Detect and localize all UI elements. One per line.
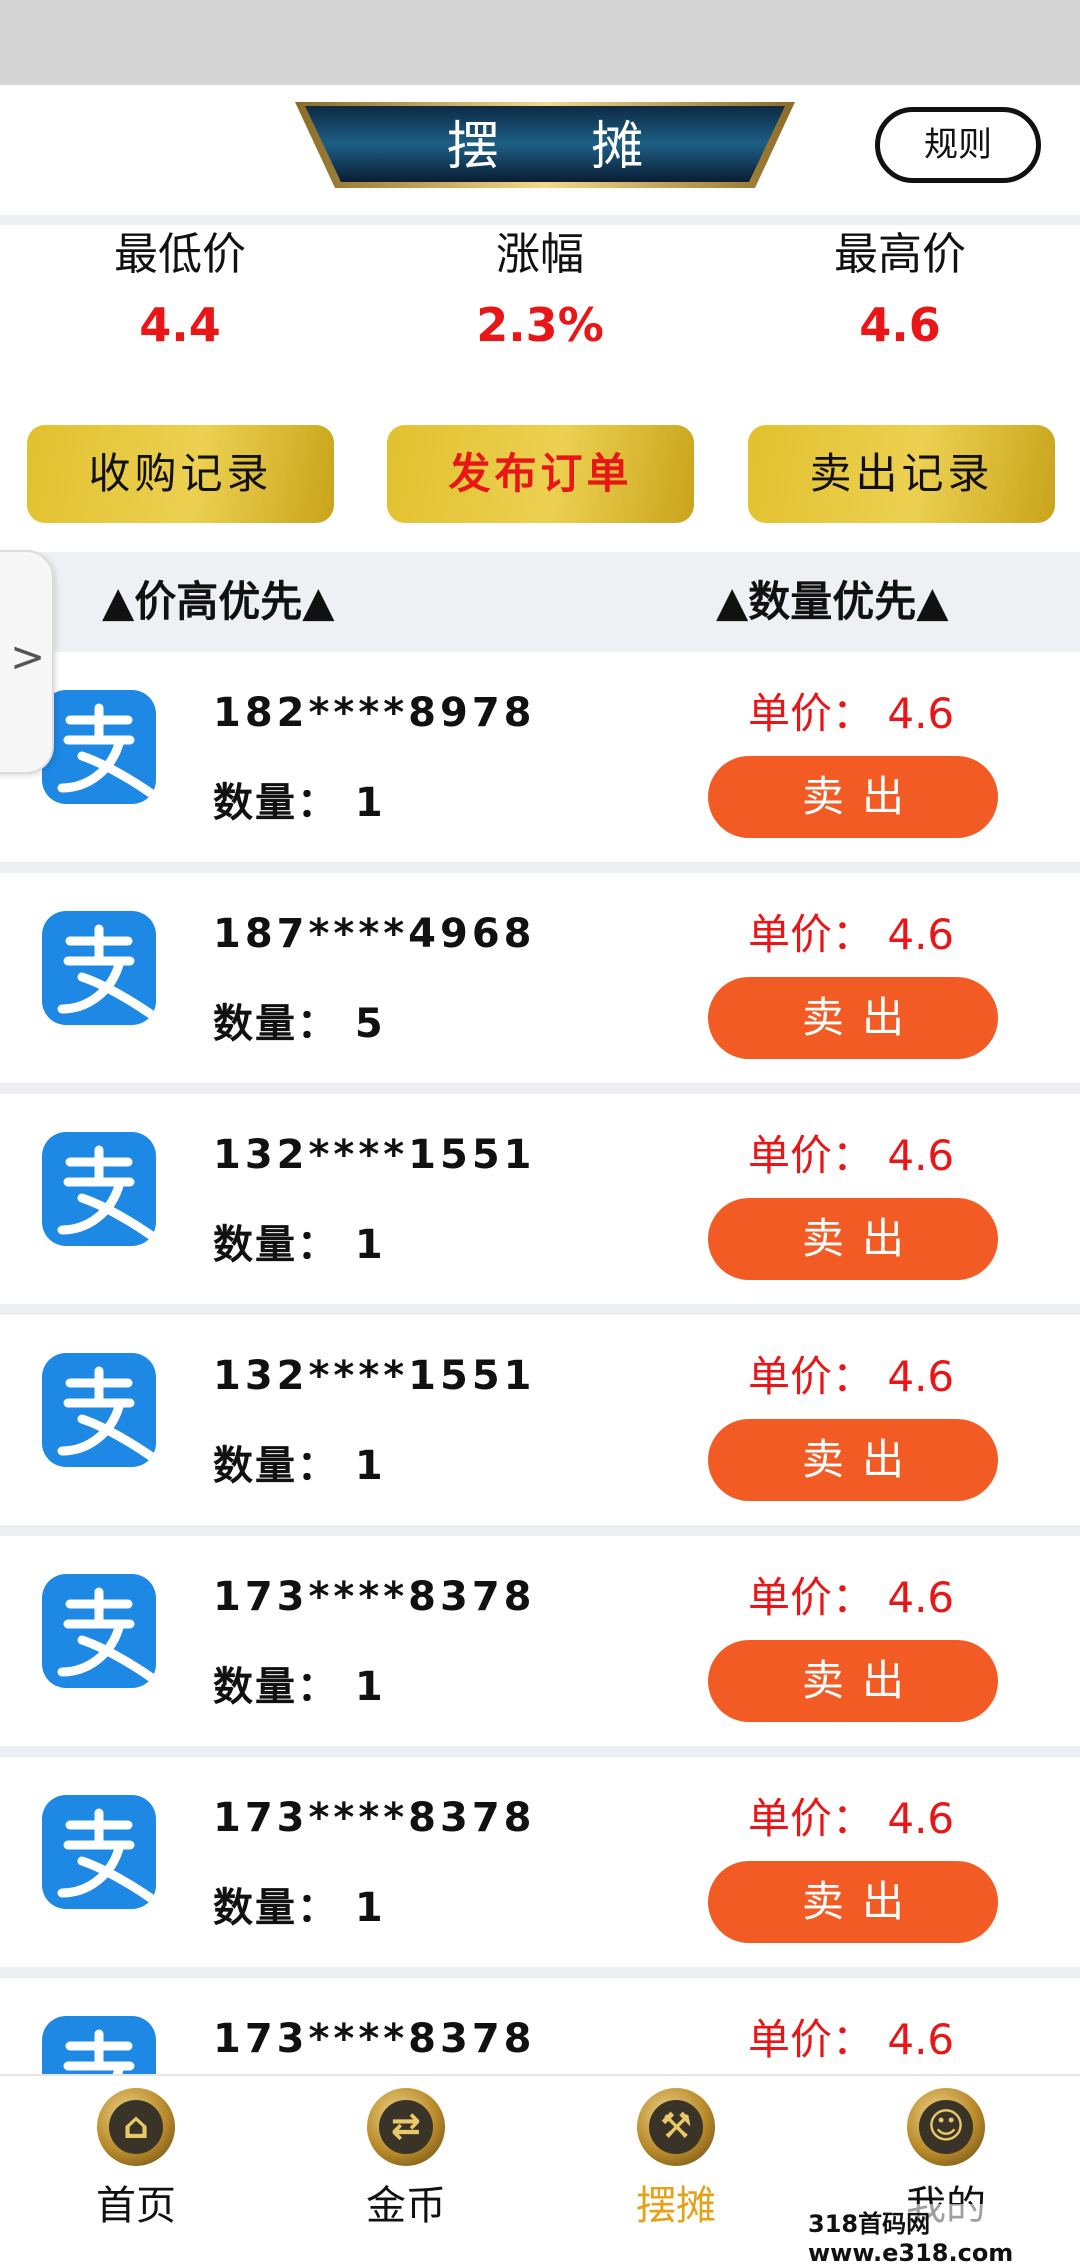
sell-button[interactable]: 卖出 [708,1419,998,1501]
tab-auction-hammer[interactable]: ⚒ 摆摊 [576,2076,776,2246]
home-icon: ⌂ [97,2088,175,2166]
buy-records-button[interactable]: 收购记录 [27,425,334,523]
row-divider [0,862,1080,873]
sell-button[interactable]: 卖出 [708,756,998,838]
sort-price-first[interactable]: ▲价高优先▲ [102,552,335,652]
seller-phone: 132****1551 [213,1132,536,1178]
sell-button[interactable]: 卖出 [708,1861,998,1943]
alipay-icon [42,911,156,1025]
unit-price: 单价： 4.6 [748,1131,955,1180]
row-divider [0,1746,1080,1757]
divider [0,215,1080,225]
watermark: 318首码网 www.e318.com [808,2204,1080,2267]
page-title: 摆 摊 [446,117,682,177]
unit-price: 单价： 4.6 [748,910,955,959]
header: 摆 摊 规则 [0,85,1080,215]
price-stats: 最低价 4.4 涨幅 2.3% 最高价 4.6 [0,225,1080,385]
stat-label: 最低价 [114,229,246,280]
tab-icon-glyph: ⇄ [379,2100,433,2154]
stat-label: 涨幅 [496,229,584,280]
tab-icon-glyph: ⚒ [649,2100,703,2154]
alipay-icon [42,690,156,804]
publish-order-button[interactable]: 发布订单 [387,425,694,523]
seller-phone: 173****8378 [213,2016,536,2062]
alipay-icon [42,1132,156,1246]
tab-icon-glyph: ⌂ [109,2100,163,2154]
order-row: 132****1551 数量： 1 单价： 4.6 卖出 [0,1315,1080,1525]
order-row: 187****4968 数量： 5 单价： 4.6 卖出 [0,873,1080,1083]
chevron-right-icon: > [10,632,46,681]
order-quantity: 数量： 1 [213,1222,385,1268]
order-quantity: 数量： 1 [213,1443,385,1489]
seller-phone: 182****8978 [213,690,536,736]
sort-quantity-first[interactable]: ▲数量优先▲ [716,552,949,652]
seller-phone: 132****1551 [213,1353,536,1399]
sell-records-button[interactable]: 卖出记录 [748,425,1055,523]
row-divider [0,1967,1080,1978]
sort-bar: ▲价高优先▲ ▲数量优先▲ [0,552,1080,652]
unit-price: 单价： 4.6 [748,1352,955,1401]
coin-exchange-icon: ⇄ [367,2088,445,2166]
unit-price: 单价： 4.6 [748,2015,955,2064]
unit-price: 单价： 4.6 [748,1794,955,1843]
alipay-icon [42,1795,156,1909]
order-row: 173****8378 数量： 1 单价： 4.6 卖出 [0,1757,1080,1967]
rules-button[interactable]: 规则 [875,107,1041,183]
stat-change: 涨幅 2.3% [390,225,690,365]
order-quantity: 数量： 1 [213,1885,385,1931]
alipay-icon [42,1353,156,1467]
row-divider [0,1083,1080,1094]
unit-price: 单价： 4.6 [748,689,955,738]
status-bar [0,0,1080,85]
stat-highest-price: 最高价 4.6 [750,225,1050,365]
tab-home[interactable]: ⌂ 首页 [36,2076,236,2246]
stat-label: 最高价 [834,229,966,280]
stat-lowest-price: 最低价 4.4 [30,225,330,365]
sell-button[interactable]: 卖出 [708,1198,998,1280]
tab-label: 摆摊 [636,2183,716,2229]
sell-button[interactable]: 卖出 [708,977,998,1059]
order-row: 182****8978 数量： 1 单价： 4.6 卖出 [0,652,1080,862]
sell-button[interactable]: 卖出 [708,1640,998,1722]
order-quantity: 数量： 1 [213,1664,385,1710]
order-quantity: 数量： 1 [213,780,385,826]
seller-phone: 187****4968 [213,911,536,957]
unit-price: 单价： 4.6 [748,1573,955,1622]
order-row: 132****1551 数量： 1 单价： 4.6 卖出 [0,1094,1080,1304]
seller-phone: 173****8378 [213,1795,536,1841]
tab-label: 金币 [366,2183,446,2229]
side-drawer-handle[interactable]: > [0,550,54,774]
page-title-banner: 摆 摊 [295,102,795,192]
stat-value: 2.3% [476,298,604,352]
action-buttons: 收购记录 发布订单 卖出记录 [0,425,1080,525]
stat-value: 4.4 [139,298,221,352]
tab-coin-exchange[interactable]: ⇄ 金币 [306,2076,506,2246]
order-row: 173****8378 数量： 1 单价： 4.6 卖出 [0,1536,1080,1746]
row-divider [0,1304,1080,1315]
order-quantity: 数量： 5 [213,1001,385,1047]
auction-hammer-icon: ⚒ [637,2088,715,2166]
tab-icon-glyph: ☺ [919,2100,973,2154]
tab-label: 首页 [96,2183,176,2229]
row-divider [0,1525,1080,1536]
stat-value: 4.6 [859,298,941,352]
alipay-icon [42,1574,156,1688]
user-icon: ☺ [907,2088,985,2166]
seller-phone: 173****8378 [213,1574,536,1620]
